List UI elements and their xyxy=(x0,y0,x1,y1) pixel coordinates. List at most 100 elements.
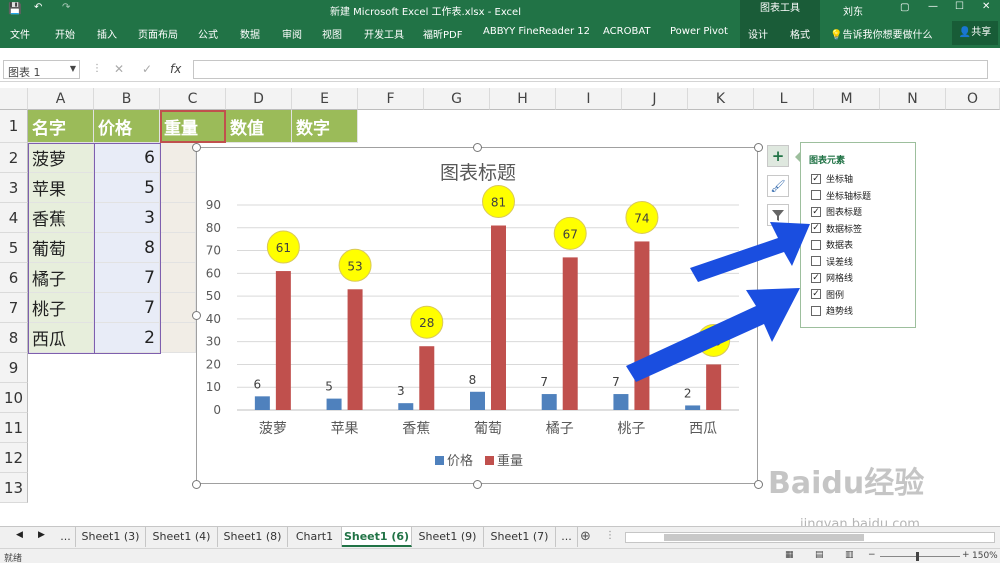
row-header[interactable]: 6 xyxy=(0,263,28,293)
weight-cell[interactable] xyxy=(160,293,196,323)
tab-view[interactable]: 视图 xyxy=(322,26,342,41)
tab-file[interactable]: 文件 xyxy=(10,26,30,41)
row-header[interactable]: 5 xyxy=(0,233,28,263)
normal-view-icon[interactable]: ▦ xyxy=(785,550,794,560)
tab-home[interactable]: 开始 xyxy=(55,26,75,41)
tab-review[interactable]: 审阅 xyxy=(282,26,302,41)
tab-design[interactable]: 设计 xyxy=(748,26,768,41)
column-header[interactable]: D xyxy=(226,88,292,110)
resize-handle[interactable] xyxy=(192,311,201,320)
share-button[interactable]: 👤共享 xyxy=(952,21,998,45)
checked-checkbox[interactable]: ✓ xyxy=(811,173,821,184)
header-cell-weight[interactable]: 重量 xyxy=(160,110,226,143)
row-header[interactable]: 9 xyxy=(0,353,28,383)
tell-me-box[interactable]: 💡告诉我你想要做什么 xyxy=(830,26,932,41)
weight-cell[interactable] xyxy=(160,203,196,233)
tab-page-layout[interactable]: 页面布局 xyxy=(138,26,178,41)
row-header[interactable]: 3 xyxy=(0,173,28,203)
tab-format[interactable]: 格式 xyxy=(790,26,810,41)
column-header[interactable]: E xyxy=(292,88,358,110)
tab-abbyy[interactable]: ABBYY FineReader 12 xyxy=(483,26,590,37)
minimize-icon[interactable]: — xyxy=(928,1,938,12)
header-cell-value[interactable]: 数值 xyxy=(226,110,292,143)
unchecked-checkbox[interactable] xyxy=(811,190,821,200)
save-icon[interactable]: 💾 xyxy=(8,2,22,15)
row-header[interactable]: 7 xyxy=(0,293,28,323)
weight-cell[interactable] xyxy=(160,263,196,293)
resize-handle[interactable] xyxy=(473,480,482,489)
column-header[interactable]: J xyxy=(622,88,688,110)
enter-icon[interactable]: ✓ xyxy=(142,62,152,76)
chart-elements-button[interactable]: + xyxy=(767,145,789,167)
column-header[interactable]: B xyxy=(94,88,160,110)
tab-foxit-pdf[interactable]: 福昕PDF xyxy=(423,26,462,41)
column-header[interactable]: N xyxy=(880,88,946,110)
formula-input[interactable] xyxy=(193,60,988,79)
tab-insert[interactable]: 插入 xyxy=(97,26,117,41)
weight-cell[interactable] xyxy=(160,323,196,353)
header-cell-name[interactable]: 名字 xyxy=(28,110,94,143)
select-all-corner[interactable] xyxy=(0,88,28,110)
resize-handle[interactable] xyxy=(754,143,763,152)
column-header[interactable]: C xyxy=(160,88,226,110)
zoom-slider-thumb[interactable] xyxy=(916,552,919,561)
row-header[interactable]: 1 xyxy=(0,110,28,143)
sheet-tab[interactable]: Sheet1 (8) xyxy=(218,527,288,547)
tab-developer[interactable]: 开发工具 xyxy=(364,26,404,41)
column-header[interactable]: A xyxy=(28,88,94,110)
page-layout-icon[interactable]: ▤ xyxy=(815,550,824,560)
zoom-out-icon[interactable]: − xyxy=(868,550,876,560)
sheet-tab-active[interactable]: Sheet1 (6) xyxy=(342,527,412,547)
name-box[interactable]: 图表 1 ▼ xyxy=(3,60,80,79)
prev-sheet-icon[interactable]: ◀ xyxy=(16,530,23,540)
column-header[interactable]: M xyxy=(814,88,880,110)
resize-handle[interactable] xyxy=(473,143,482,152)
row-header[interactable]: 4 xyxy=(0,203,28,233)
weight-cell[interactable] xyxy=(160,233,196,263)
sheet-tab-more[interactable]: ... xyxy=(56,527,76,547)
resize-handle[interactable] xyxy=(754,480,763,489)
next-sheet-icon[interactable]: ▶ xyxy=(38,530,45,540)
redo-icon[interactable]: ↷ xyxy=(62,2,70,13)
resize-handle[interactable] xyxy=(192,143,201,152)
sheet-tab-more[interactable]: ... xyxy=(556,527,578,547)
resize-handle[interactable] xyxy=(192,480,201,489)
header-cell-number[interactable]: 数字 xyxy=(292,110,358,143)
user-name[interactable]: 刘东 xyxy=(843,3,863,18)
horizontal-scrollbar[interactable] xyxy=(625,532,995,543)
sheet-tab[interactable]: Sheet1 (9) xyxy=(412,527,484,547)
column-header[interactable]: O xyxy=(946,88,1000,110)
cancel-icon[interactable]: ✕ xyxy=(114,62,124,76)
tab-formulas[interactable]: 公式 xyxy=(198,26,218,41)
column-header[interactable]: L xyxy=(754,88,814,110)
scrollbar-thumb[interactable] xyxy=(664,534,864,541)
ribbon-options-icon[interactable]: ▢ xyxy=(900,2,909,13)
weight-cell[interactable] xyxy=(160,173,196,203)
row-header[interactable]: 8 xyxy=(0,323,28,353)
header-cell-price[interactable]: 价格 xyxy=(94,110,160,143)
zoom-in-icon[interactable]: + xyxy=(962,550,970,560)
column-header[interactable]: I xyxy=(556,88,622,110)
chart-styles-button[interactable]: 🖌 xyxy=(767,175,789,197)
row-header[interactable]: 2 xyxy=(0,143,28,173)
column-header[interactable]: H xyxy=(490,88,556,110)
sheet-tab[interactable]: Sheet1 (7) xyxy=(484,527,556,547)
row-header[interactable]: 12 xyxy=(0,443,28,473)
column-header[interactable]: K xyxy=(688,88,754,110)
row-header[interactable]: 13 xyxy=(0,473,28,503)
tab-power-pivot[interactable]: Power Pivot xyxy=(670,26,728,37)
page-break-icon[interactable]: ▥ xyxy=(845,550,854,560)
close-icon[interactable]: ✕ xyxy=(982,1,990,12)
fx-icon[interactable]: fx xyxy=(170,62,181,76)
weight-cell[interactable] xyxy=(160,143,196,173)
sheet-tab[interactable]: Sheet1 (3) xyxy=(76,527,146,547)
zoom-slider[interactable] xyxy=(880,552,960,561)
zoom-level[interactable]: 150% xyxy=(972,551,998,561)
sheet-tab[interactable]: Sheet1 (4) xyxy=(146,527,218,547)
chevron-down-icon[interactable]: ▼ xyxy=(70,64,76,73)
tab-acrobat[interactable]: ACROBAT xyxy=(603,26,651,37)
tab-data[interactable]: 数据 xyxy=(240,26,260,41)
sheet-tab[interactable]: Chart1 xyxy=(288,527,342,547)
maximize-icon[interactable]: ☐ xyxy=(955,1,964,12)
row-header[interactable]: 10 xyxy=(0,383,28,413)
